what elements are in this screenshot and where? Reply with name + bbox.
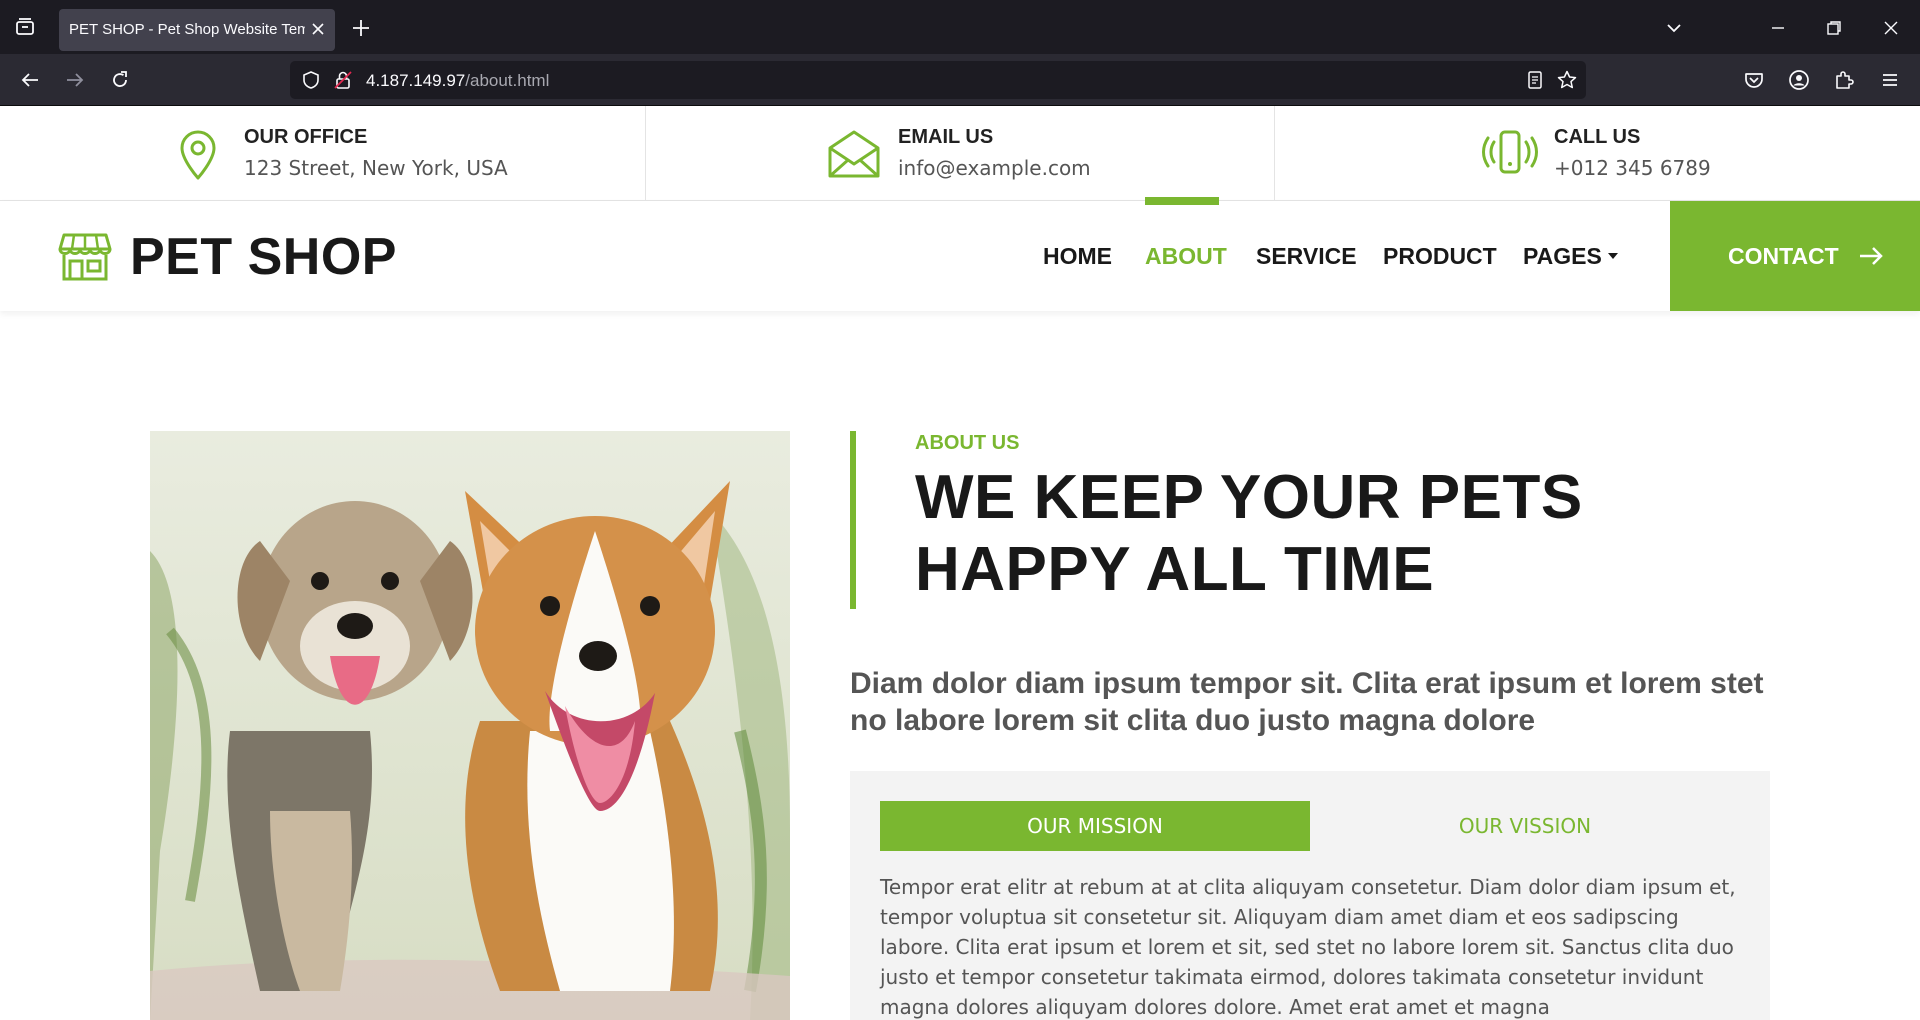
minimize-icon[interactable] (1767, 17, 1789, 39)
phone-vibrate-icon (1482, 126, 1538, 182)
heading-accent-bar (850, 431, 856, 609)
bookmark-star-icon[interactable] (1556, 69, 1578, 91)
browser-tabbar: PET SHOP - Pet Shop Website Template (0, 0, 1920, 54)
reader-view-icon[interactable] (1524, 69, 1546, 91)
call-info: CALL US +012 345 6789 (1275, 106, 1920, 201)
office-address: 123 Street, New York, USA (244, 156, 508, 180)
contact-button[interactable]: CONTACT (1670, 201, 1920, 311)
nav-home[interactable]: HOME (1043, 243, 1112, 270)
tab-our-vission[interactable]: OUR VISSION (1310, 801, 1740, 851)
pocket-icon[interactable] (1742, 68, 1766, 92)
contact-button-label: CONTACT (1728, 243, 1839, 269)
browser-tab-active[interactable]: PET SHOP - Pet Shop Website Template (59, 9, 335, 51)
address-bar[interactable]: 4.187.149.97/about.html (290, 61, 1586, 99)
arrow-right-icon (1858, 245, 1884, 267)
envelope-icon (826, 126, 882, 182)
nav-service[interactable]: SERVICE (1256, 243, 1357, 270)
browser-toolbar: 4.187.149.97/about.html (0, 54, 1920, 106)
restore-icon[interactable] (1823, 17, 1845, 39)
tab-our-mission[interactable]: OUR MISSION (880, 801, 1310, 851)
section-eyebrow: ABOUT US (915, 432, 1020, 454)
active-indicator (1145, 197, 1219, 205)
shop-icon[interactable] (58, 231, 112, 283)
email-address[interactable]: info@example.com (898, 156, 1091, 180)
call-title: CALL US (1554, 126, 1641, 148)
phone-number[interactable]: +012 345 6789 (1554, 156, 1711, 180)
brand-name[interactable]: PET SHOP (130, 227, 397, 287)
email-title: EMAIL US (898, 126, 994, 148)
tab-list-icon[interactable] (14, 16, 36, 38)
extensions-icon[interactable] (1832, 68, 1856, 92)
email-info: EMAIL US info@example.com (646, 106, 1274, 201)
nav-pages-label: PAGES (1523, 243, 1602, 269)
url-host: 4.187.149.97 (366, 71, 466, 90)
new-tab-icon[interactable] (350, 17, 372, 39)
office-title: OUR OFFICE (244, 126, 368, 148)
url-path: /about.html (465, 71, 550, 90)
nav-about[interactable]: ABOUT (1145, 243, 1227, 270)
map-pin-icon (170, 126, 226, 182)
back-arrow-icon[interactable] (18, 68, 42, 92)
shield-icon[interactable] (300, 69, 322, 91)
account-icon[interactable] (1787, 68, 1811, 92)
section-heading: WE KEEP YOUR PETS HAPPY ALL TIME (915, 463, 1583, 604)
hamburger-menu-icon[interactable] (1878, 68, 1902, 92)
forward-arrow-icon[interactable] (63, 68, 87, 92)
contact-info-bar: OUR OFFICE 123 Street, New York, USA EMA… (0, 106, 1920, 201)
close-tab-icon[interactable] (309, 20, 327, 38)
url-text: 4.187.149.97/about.html (366, 71, 549, 91)
nav-pages-dropdown[interactable]: PAGES (1523, 243, 1618, 270)
nav-product[interactable]: PRODUCT (1383, 243, 1497, 270)
section-lead: Diam dolor diam ipsum tempor sit. Clita … (850, 667, 1764, 737)
mission-text: Tempor erat elitr at rebum at at clita a… (880, 875, 1736, 1019)
insecure-lock-icon[interactable] (332, 69, 354, 91)
window-close-icon[interactable] (1880, 17, 1902, 39)
mission-vision-panel: OUR MISSION OUR VISSION Tempor erat elit… (850, 771, 1770, 1020)
reload-icon[interactable] (108, 68, 132, 92)
office-info: OUR OFFICE 123 Street, New York, USA (0, 106, 645, 201)
tab-title: PET SHOP - Pet Shop Website Template (69, 21, 305, 38)
caret-down-icon (1607, 252, 1618, 259)
chevron-down-icon[interactable] (1663, 17, 1685, 39)
about-dogs-image (150, 431, 790, 1020)
main-navbar: PET SHOP HOME ABOUT SERVICE PRODUCT PAGE… (0, 197, 1920, 311)
